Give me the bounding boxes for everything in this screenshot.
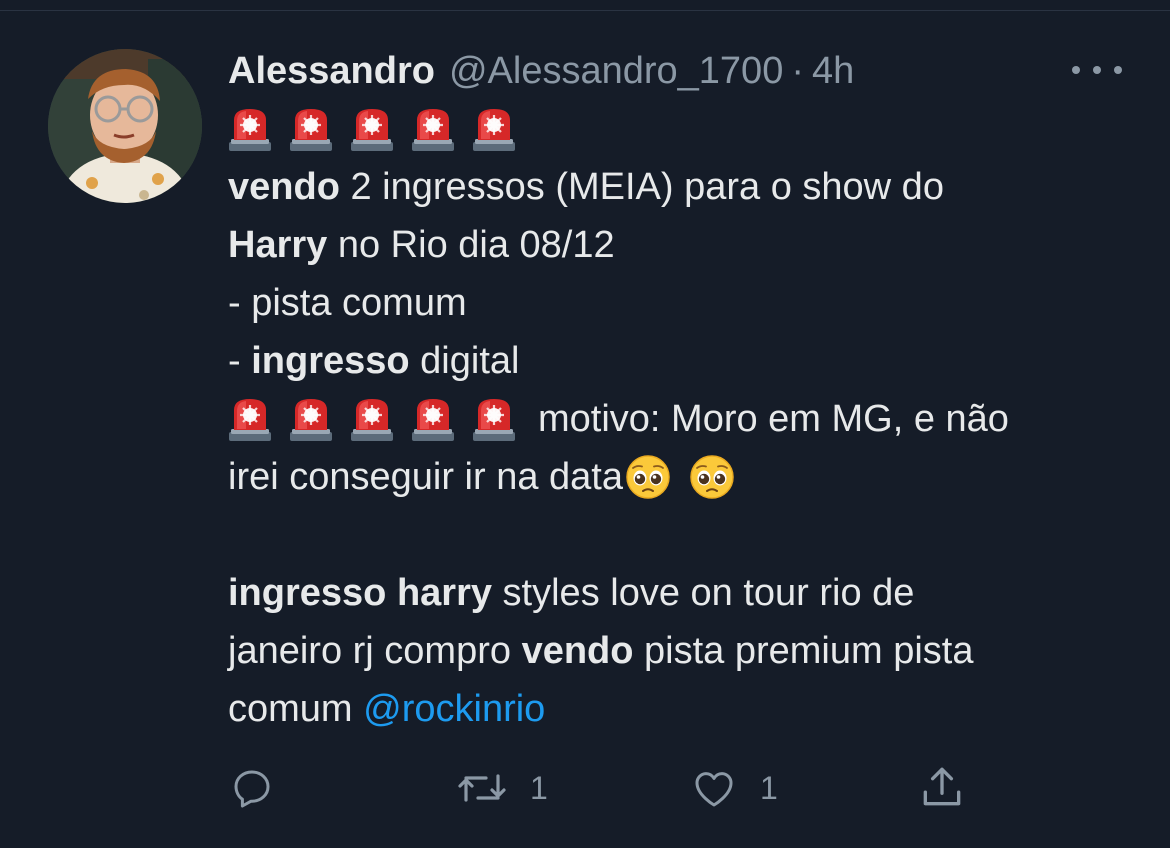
pleading-face-emoji xyxy=(689,454,735,500)
bold-keyword: ingresso xyxy=(251,340,410,382)
tweet-time[interactable]: 4h xyxy=(812,50,854,93)
police-car-light-emoji xyxy=(411,396,455,442)
text-segment: digital xyxy=(409,340,520,382)
tweet-header: Alessandro @Alessandro_1700 · 4h xyxy=(228,44,854,98)
pleading-face-emoji xyxy=(625,454,671,500)
reply-button[interactable] xyxy=(228,764,276,812)
police-car-light-emoji xyxy=(411,106,455,152)
heart-icon xyxy=(695,772,733,807)
text-line: - pista comum xyxy=(228,274,1128,332)
separator-dot: · xyxy=(791,49,804,92)
avatar-photo xyxy=(48,49,202,203)
police-car-light-emoji xyxy=(472,396,516,442)
retweet-icon xyxy=(458,774,506,802)
tweet-actions: 1 1 xyxy=(0,760,1170,816)
text-line: janeiro rj compro vendo pista premium pi… xyxy=(228,622,1128,680)
bold-keyword: vendo xyxy=(521,630,634,672)
text-segment: - pista comum xyxy=(228,282,467,324)
retweet-count: 1 xyxy=(530,769,548,806)
police-car-light-emoji xyxy=(228,106,272,152)
text-line: irei conseguir ir na data xyxy=(228,448,1128,506)
like-count: 1 xyxy=(760,769,778,806)
text-segment: - xyxy=(228,340,252,382)
text-segment: irei conseguir ir na data xyxy=(228,456,623,498)
text-line: - ingresso digital xyxy=(228,332,1128,390)
top-divider xyxy=(0,10,1170,11)
text-segment: no Rio dia 08/12 xyxy=(327,224,615,266)
text-segment: styles love on tour rio de xyxy=(492,572,915,614)
police-car-light-emoji xyxy=(289,106,333,152)
text-segment: motivo: Moro em MG, e não xyxy=(538,398,1009,440)
author-name[interactable]: Alessandro xyxy=(228,50,435,93)
text-segment: 2 ingressos (MEIA) para o show do xyxy=(339,166,944,208)
police-car-light-emoji xyxy=(350,106,394,152)
more-options-button[interactable] xyxy=(1072,58,1122,82)
share-button[interactable] xyxy=(916,762,968,812)
siren-group xyxy=(228,396,538,442)
text-line: vendo 2 ingressos (MEIA) para o show do xyxy=(228,158,1128,216)
reply-icon xyxy=(234,770,270,808)
bold-keyword: vendo xyxy=(228,166,340,208)
like-button[interactable]: 1 xyxy=(690,764,778,812)
police-car-light-emoji xyxy=(289,396,333,442)
text-line: Harry no Rio dia 08/12 xyxy=(228,216,1128,274)
text-line: motivo: Moro em MG, e não xyxy=(228,390,1128,448)
text-segment: comum xyxy=(228,688,364,730)
author-handle[interactable]: @Alessandro_1700 xyxy=(449,50,783,93)
text-line: ingresso harry styles love on tour rio d… xyxy=(228,564,1128,622)
police-car-light-emoji xyxy=(350,396,394,442)
bold-keyword: Harry xyxy=(228,224,328,266)
text-segment: pista premium pista xyxy=(633,630,974,672)
police-car-light-emoji xyxy=(228,396,272,442)
avatar[interactable] xyxy=(48,49,202,203)
retweet-button[interactable]: 1 xyxy=(456,764,548,812)
police-car-light-emoji xyxy=(472,106,516,152)
bold-keyword: ingresso harry xyxy=(228,572,492,614)
emoji-line xyxy=(228,100,1128,158)
tweet-text: vendo 2 ingressos (MEIA) para o show do … xyxy=(228,100,1128,738)
mention-link[interactable]: @rockinrio xyxy=(363,680,545,738)
share-icon xyxy=(923,767,961,806)
more-dot-icon xyxy=(1093,66,1101,74)
text-segment: janeiro rj compro xyxy=(228,630,522,672)
more-dot-icon xyxy=(1114,66,1122,74)
siren-group xyxy=(228,106,533,152)
text-line: comum @rockinrio xyxy=(228,680,1128,738)
more-dot-icon xyxy=(1072,66,1080,74)
